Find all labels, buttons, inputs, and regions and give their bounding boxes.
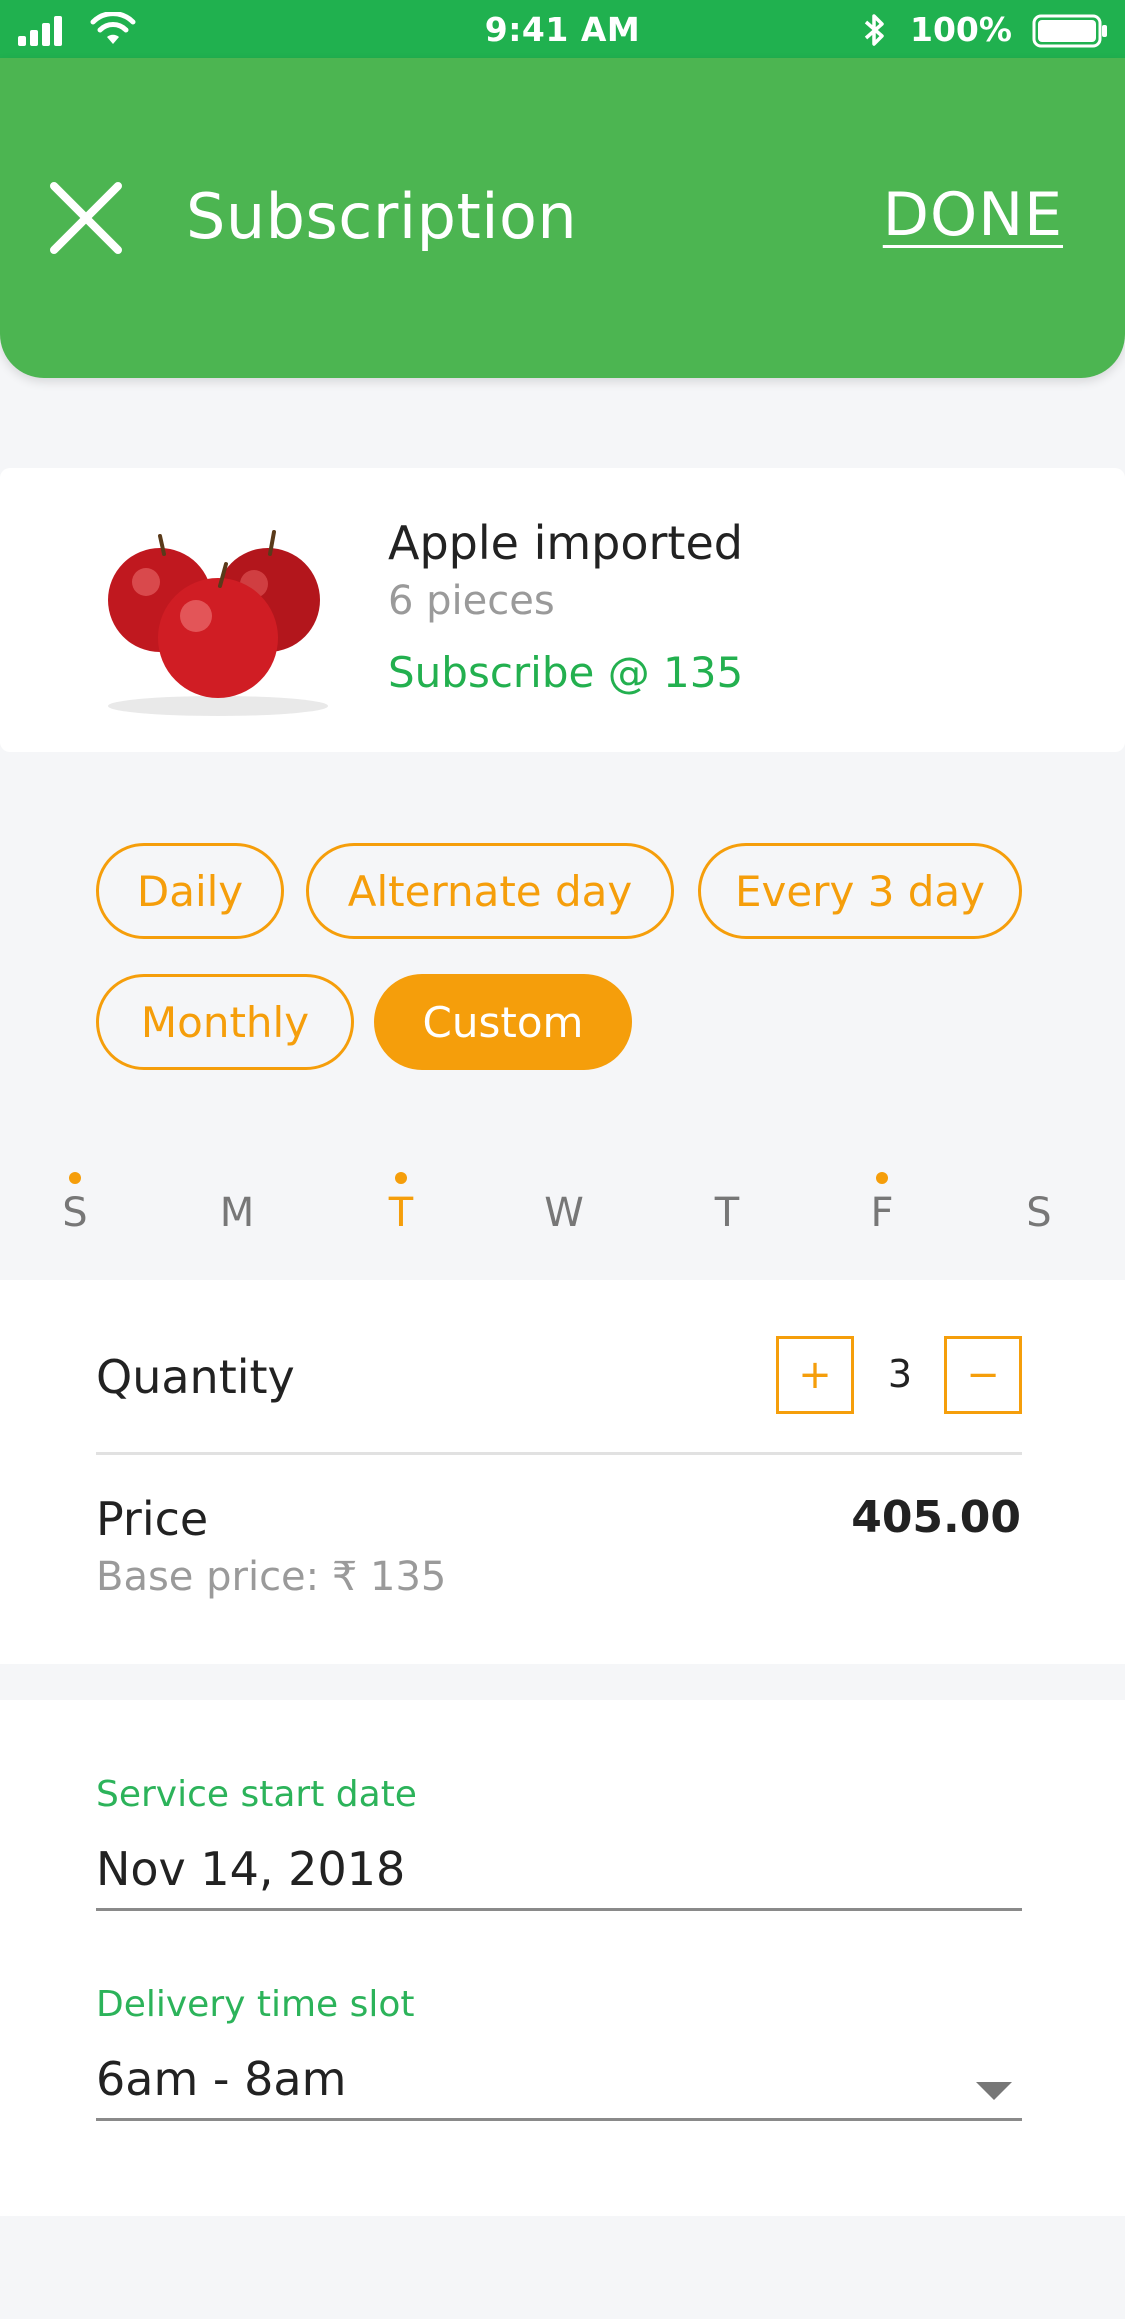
chip-every-3-day[interactable]: Every 3 day: [698, 843, 1022, 939]
bluetooth-icon: [864, 14, 884, 46]
apples-image: [108, 530, 328, 716]
service-start-date-field[interactable]: Nov 14, 2018: [96, 1842, 405, 1896]
service-panel: Service start date Nov 14, 2018 Delivery…: [0, 1700, 1125, 2216]
day-marker-sunday: [69, 1172, 81, 1184]
day-thursday[interactable]: T: [697, 1190, 757, 1236]
product-quantity: 6 pieces: [388, 578, 555, 624]
chip-alternate-day[interactable]: Alternate day: [306, 843, 674, 939]
product-name: Apple imported: [388, 516, 743, 570]
base-price: Base price: ₹ 135: [96, 1554, 447, 1600]
divider: [96, 1452, 1022, 1455]
chip-custom[interactable]: Custom: [374, 974, 632, 1070]
app-header: Subscription DONE: [0, 58, 1125, 378]
day-friday[interactable]: F: [852, 1190, 912, 1236]
quantity-price-panel: Quantity + 3 − Price 405.00 Base price: …: [0, 1280, 1125, 1664]
time-slot-underline: [96, 2118, 1022, 2121]
price-value: 405.00: [851, 1492, 1021, 1543]
page-title: Subscription: [186, 180, 578, 253]
subscribe-price: Subscribe @ 135: [388, 648, 744, 697]
service-start-date-label: Service start date: [96, 1774, 417, 1815]
day-marker-tuesday: [395, 1172, 407, 1184]
done-button[interactable]: DONE: [883, 180, 1063, 250]
day-marker-friday: [876, 1172, 888, 1184]
battery-icon: [1032, 14, 1107, 48]
day-sunday[interactable]: S: [45, 1190, 105, 1236]
day-wednesday[interactable]: W: [534, 1190, 594, 1236]
chip-monthly[interactable]: Monthly: [96, 974, 354, 1070]
status-bar: 9:41 AM 100%: [0, 0, 1125, 62]
quantity-increase-button[interactable]: +: [776, 1336, 854, 1414]
battery-percent: 100%: [910, 10, 1012, 49]
product-card: Apple imported 6 pieces Subscribe @ 135: [0, 468, 1125, 752]
day-saturday[interactable]: S: [1009, 1190, 1069, 1236]
chevron-down-icon[interactable]: [974, 2078, 1014, 2102]
quantity-decrease-button[interactable]: −: [944, 1336, 1022, 1414]
delivery-time-slot-select[interactable]: 6am - 8am: [96, 2052, 346, 2106]
quantity-value: 3: [887, 1352, 913, 1396]
day-monday[interactable]: M: [207, 1190, 267, 1236]
subscription-screen: 9:41 AM 100% Subscription DONE Apple imp…: [0, 0, 1125, 2319]
day-tuesday[interactable]: T: [371, 1190, 431, 1236]
start-date-underline: [96, 1908, 1022, 1911]
chip-daily[interactable]: Daily: [96, 843, 284, 939]
price-label: Price: [96, 1492, 209, 1546]
close-icon[interactable]: [44, 176, 128, 260]
delivery-time-slot-label: Delivery time slot: [96, 1984, 415, 2025]
quantity-label: Quantity: [96, 1350, 295, 1404]
